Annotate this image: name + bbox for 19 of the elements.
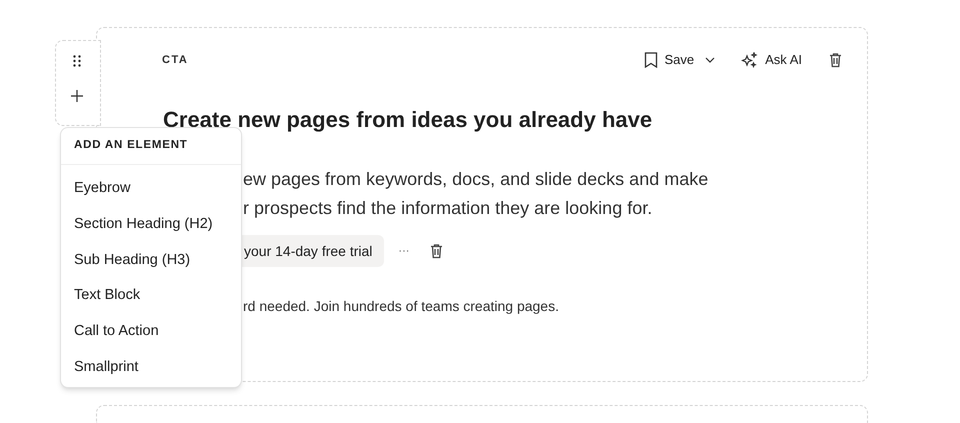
sparkles-icon	[741, 52, 758, 68]
smallprint: rd needed. Join hundreds of teams creating pages.	[242, 297, 560, 316]
menu-item[interactable]: Text Block	[61, 278, 241, 314]
save-button[interactable]: Save	[644, 50, 716, 70]
menu-item[interactable]: Call to Action	[61, 314, 241, 350]
bookmark-icon	[644, 52, 658, 68]
block-label: CTA	[162, 52, 188, 68]
trash-icon[interactable]	[429, 243, 444, 259]
drag-handle-icon[interactable]	[72, 55, 80, 67]
chevron-down-icon	[705, 57, 716, 63]
menu-item[interactable]: Smallprint	[61, 350, 241, 386]
plus-icon[interactable]	[70, 90, 82, 102]
body-text-line: r prospects find the information they are looking for.	[243, 197, 654, 220]
more-button[interactable]: ···	[398, 242, 410, 260]
menu-title: ADD AN ELEMENT	[61, 128, 241, 165]
menu-item[interactable]: Eyebrow	[61, 171, 241, 207]
body-text-line: ew pages from keywords, docs, and slide decks and make	[243, 168, 710, 191]
trash-icon[interactable]	[828, 52, 843, 68]
ask-ai-button[interactable]: Ask AI	[741, 50, 802, 70]
